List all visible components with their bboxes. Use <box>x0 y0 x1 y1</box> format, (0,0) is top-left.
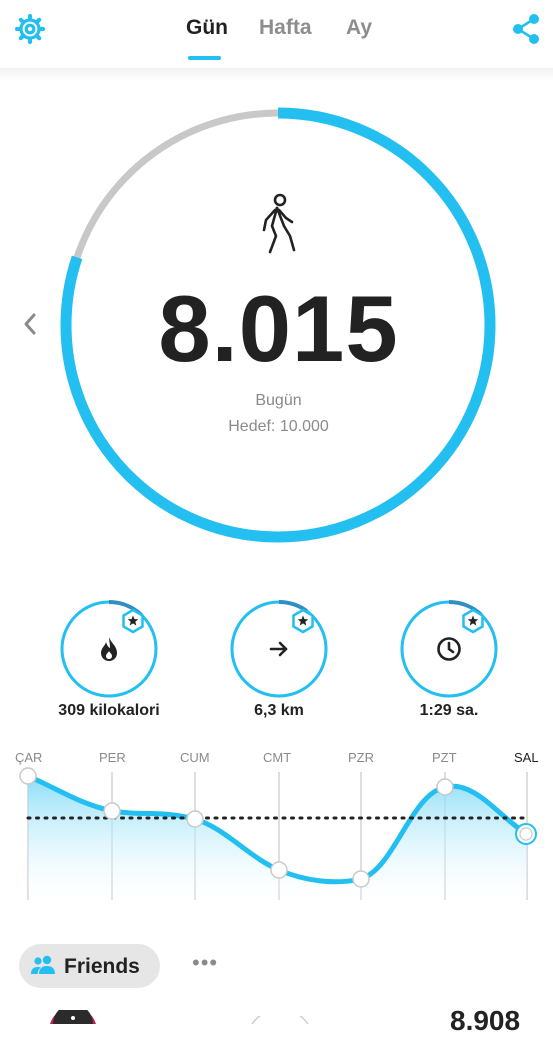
chart-point <box>19 767 37 785</box>
day-label-tue: SAL <box>514 750 539 765</box>
day-label: Bugün <box>255 392 302 409</box>
metric-calories-label: 309 kilokalori <box>58 702 160 719</box>
arrow-right-icon <box>269 641 288 657</box>
metric-distance-label: 6,3 km <box>254 702 304 719</box>
metric-calories[interactable] <box>60 600 158 698</box>
day-label-fri: CUM <box>180 750 210 765</box>
friend-steps-value: 8.908 <box>450 1005 521 1036</box>
walking-person-icon <box>262 193 296 254</box>
day-label-wed: ÇAR <box>15 750 43 765</box>
day-label-mon: PZT <box>432 750 457 765</box>
chart-area <box>28 776 527 900</box>
friend-entry-ring <box>251 1016 309 1024</box>
friend-avatar[interactable] <box>48 1010 98 1024</box>
chart-point <box>436 778 454 796</box>
metric-duration[interactable] <box>400 600 498 698</box>
day-label-sat: CMT <box>263 750 292 765</box>
metric-distance[interactable] <box>230 600 328 698</box>
chart-point <box>186 810 204 828</box>
flame-icon <box>101 637 117 661</box>
chart-point <box>270 861 288 879</box>
weekly-steps-chart <box>19 767 537 900</box>
people-icon <box>31 955 55 974</box>
chart-point <box>103 802 121 820</box>
goal-label: Hedef: 10.000 <box>228 418 329 435</box>
steps-value: 8.015 <box>158 276 399 381</box>
chart-point <box>352 870 370 888</box>
day-label-thu: PER <box>99 750 126 765</box>
day-label-sun: PZR <box>348 750 374 765</box>
more-options-button[interactable]: ••• <box>192 950 218 976</box>
clock-icon <box>437 637 461 661</box>
friends-label: Friends <box>64 955 140 978</box>
metric-duration-label: 1:29 sa. <box>419 702 479 719</box>
